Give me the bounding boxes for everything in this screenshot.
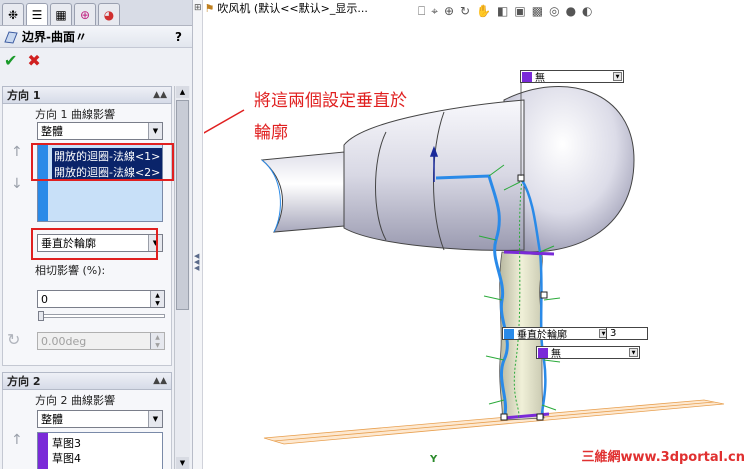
move-up-icon[interactable]: ↑	[11, 432, 23, 448]
feature-manager-tab[interactable]: ❉	[2, 3, 24, 25]
reverse-direction-icon[interactable]: ↻	[7, 330, 20, 349]
list-item[interactable]: 草图3	[52, 435, 81, 451]
callout-num-field[interactable]: 3	[606, 327, 648, 340]
flyout-feature-tree[interactable]: ⊞ ⚑ 吹风机 (默认<<默认>_显示...	[194, 0, 368, 16]
tangent-influence-value: 0	[41, 292, 48, 306]
chevron-down-icon: ▼	[148, 411, 162, 427]
splitter-grip-icon[interactable]: ◀ ◀ ◀	[194, 253, 201, 273]
scene-icon[interactable]: ◐	[582, 4, 592, 18]
direction2-curve-list[interactable]: 草图3 草图4	[37, 432, 163, 469]
collapse-chevron-icon[interactable]: ▲▲	[153, 376, 167, 386]
display-manager-icon: ◕	[103, 7, 115, 22]
rotate-icon[interactable]: ↻	[460, 4, 470, 18]
callout-top-value: 無	[535, 73, 545, 84]
display-style-icon[interactable]: ▩	[532, 4, 543, 18]
section-view-icon[interactable]: ◧	[497, 4, 508, 18]
dimxpert-tab[interactable]: ⊕	[74, 3, 96, 25]
list-item[interactable]: 草图4	[52, 450, 81, 466]
spin-buttons[interactable]: ▲ ▼	[150, 291, 164, 307]
tangent-influence-label: 相切影響 (%):	[35, 264, 106, 277]
swatch-blue	[504, 329, 514, 339]
help-button[interactable]: ?	[175, 30, 182, 44]
view-orient-icon[interactable]: ▣	[514, 4, 525, 18]
property-manager-tab[interactable]: ☰	[26, 3, 48, 25]
expand-icon[interactable]: ⊞	[194, 3, 202, 13]
ground-plane	[263, 399, 725, 445]
zoom-in-icon[interactable]: ⊕	[444, 4, 454, 18]
callout-mid-value: 垂直於輪廓	[517, 330, 567, 341]
zoom-area-icon[interactable]: ⌖	[431, 4, 438, 19]
configuration-manager-tab[interactable]: ▦	[50, 3, 72, 25]
direction2-title: 方向 2	[7, 375, 41, 388]
assembly-icon: ⚑	[204, 1, 215, 15]
direction2-group-body: 方向 2 曲線影響 整體 ▼ ↑ 草图3 草图4	[2, 390, 172, 469]
direction2-influence-value: 整體	[41, 413, 63, 426]
pan-icon[interactable]: ✋	[476, 4, 491, 18]
direction1-influence-label: 方向 1 曲線影響	[35, 108, 115, 121]
scroll-up-icon[interactable]: ▲	[176, 86, 189, 98]
scroll-down-icon[interactable]: ▼	[176, 457, 189, 469]
direction1-influence-value: 整體	[41, 125, 63, 138]
direction2-influence-select[interactable]: 整體 ▼	[37, 410, 163, 428]
tangent-angle-value: 0.00deg	[41, 334, 87, 348]
graphics-area[interactable]: Y 將這兩個設定垂直於 輪廓 無 ▼ 垂直於輪廓 ▼ 3 無 ▼ 三維網www.…	[204, 0, 751, 469]
direction1-group-header[interactable]: 方向 1 ▲▲	[2, 86, 172, 104]
callout-tangent-select-mid[interactable]: 垂直於輪廓 ▼	[502, 327, 610, 341]
chevron-down-icon: ▼	[629, 348, 638, 357]
scroll-thumb[interactable]	[176, 100, 189, 310]
move-up-icon[interactable]: ↑	[11, 144, 23, 160]
sketch-curve-3	[503, 250, 555, 256]
swatch-purple	[522, 72, 532, 82]
direction2-group-header[interactable]: 方向 2 ▲▲	[2, 372, 172, 390]
model-viewport[interactable]	[204, 0, 751, 469]
direction2-influence-label: 方向 2 曲線影響	[35, 394, 115, 407]
dryer-nozzle	[260, 151, 345, 233]
manager-tabs: ❉ ☰ ▦ ⊕ ◕	[0, 0, 192, 26]
tree-root-label[interactable]: 吹风机 (默认<<默认>_显示...	[217, 0, 367, 16]
move-down-icon[interactable]: ↓	[11, 176, 23, 192]
heads-up-view-toolbar: ⎕ ⌖ ⊕ ↻ ✋ ◧ ▣ ▩ ◎ ● ◐	[418, 0, 593, 22]
tangent-angle-field: 0.00deg ▲ ▼	[37, 332, 165, 350]
slider-thumb[interactable]	[38, 311, 44, 321]
display-manager-tab[interactable]: ◕	[98, 3, 120, 25]
ok-icon[interactable]: ✔	[4, 51, 17, 70]
curve-color-bar	[38, 433, 48, 469]
configuration-manager-icon: ▦	[55, 7, 67, 22]
property-manager-panel: ❉ ☰ ▦ ⊕ ◕ 边界-曲面〃 ? ✔ ✖ 方向 1 ▲▲ 方向 1 曲線影響…	[0, 0, 193, 469]
highlight-box-curves	[31, 143, 174, 181]
direction1-influence-select[interactable]: 整體 ▼	[37, 122, 163, 140]
zoom-fit-icon[interactable]: ⎕	[418, 4, 425, 19]
axis-label: Y	[430, 454, 438, 465]
feature-manager-icon: ❉	[7, 7, 19, 22]
tangent-influence-slider[interactable]	[39, 314, 165, 318]
chevron-down-icon: ▼	[148, 123, 162, 139]
callout-tangent-select-low[interactable]: 無 ▼	[536, 346, 640, 360]
hide-show-icon[interactable]: ◎	[549, 4, 559, 18]
annotation-text-line2: 輪廓	[254, 123, 288, 143]
chevron-down-icon: ▼	[613, 72, 622, 81]
annotation-arrow	[204, 109, 245, 134]
callout-low-value: 無	[551, 349, 561, 360]
highlight-box-tangent	[31, 228, 158, 260]
boundary-surface-icon	[4, 30, 18, 44]
spin-buttons: ▲ ▼	[150, 333, 164, 349]
watermark: 三維網www.3dportal.cn	[581, 450, 745, 465]
swatch-purple	[538, 348, 548, 358]
dimxpert-icon: ⊕	[79, 7, 91, 22]
action-buttons: ✔ ✖	[0, 48, 192, 72]
direction1-title: 方向 1	[7, 89, 41, 102]
property-manager-icon: ☰	[31, 7, 43, 22]
cancel-icon[interactable]: ✖	[27, 51, 40, 70]
annotation-text-line1: 將這兩個設定垂直於	[254, 91, 407, 111]
tangent-influence-field[interactable]: 0 ▲ ▼	[37, 290, 165, 308]
panel-scrollbar[interactable]: ▲ ▼	[174, 86, 190, 469]
feature-title: 边界-曲面〃	[22, 30, 87, 44]
collapse-chevron-icon[interactable]: ▲▲	[153, 90, 167, 100]
callout-mid-num: 3	[610, 328, 617, 339]
callout-tangent-select-top[interactable]: 無 ▼	[520, 70, 624, 84]
appearance-icon[interactable]: ●	[566, 4, 576, 18]
panel-splitter[interactable]: ◀ ◀ ◀	[193, 0, 203, 469]
feature-title-bar: 边界-曲面〃 ?	[0, 26, 192, 48]
